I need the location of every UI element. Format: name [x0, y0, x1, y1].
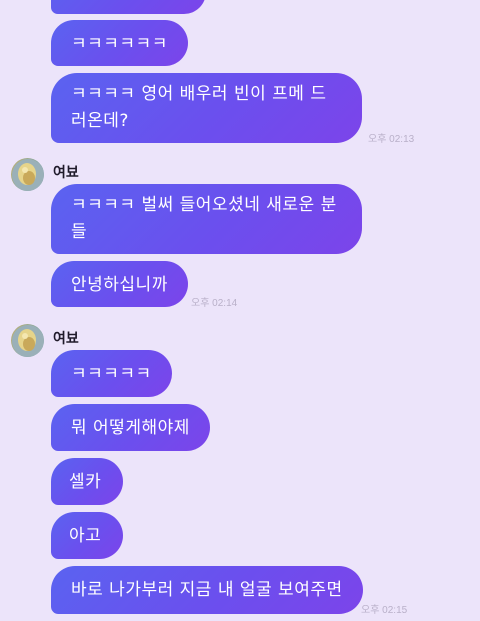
- message-bubble[interactable]: 뭐 어떻게해야제: [51, 404, 210, 451]
- chat-thread[interactable]: ㅋㅋㅋㅋㅋㅋ ㅋㅋㅋㅋ 영어 배우러 빈이 프메 드러온데? 오후 02:13 …: [0, 0, 480, 621]
- message-text: ㅋㅋㅋㅋㅋㅋ: [71, 34, 168, 54]
- message-text: 안녕하십니까: [71, 275, 168, 295]
- profile-photo-icon: [12, 159, 44, 191]
- avatar[interactable]: [11, 158, 44, 191]
- message-bubble[interactable]: 아고: [51, 512, 124, 559]
- message-bubble[interactable]: ㅋㅋㅋㅋㅋ: [51, 350, 172, 397]
- message-text: 바로 나가부러 지금 내 얼굴 보여주면: [71, 580, 343, 600]
- message-bubble[interactable]: 바로 나가부러 지금 내 얼굴 보여주면: [51, 566, 363, 614]
- message-bubble[interactable]: ㅋㅋㅋㅋ 영어 배우러 빈이 프메 드러온데?: [51, 73, 362, 143]
- message-timestamp: 오후 02:15: [361, 605, 408, 616]
- message-text: ㅋㅋㅋㅋ 벌써 들어오셨네 새로운 분들: [71, 195, 337, 242]
- sender-name: 여뵤: [53, 331, 79, 347]
- message-bubble[interactable]: 안녕하십니까: [51, 261, 188, 307]
- avatar[interactable]: [11, 324, 44, 357]
- message-text: 아고: [69, 526, 102, 546]
- message-timestamp: 오후 02:13: [368, 134, 415, 145]
- profile-photo-icon: [12, 325, 44, 357]
- message-bubble[interactable]: [51, 0, 206, 14]
- message-text: 셀카: [69, 472, 102, 492]
- message-timestamp: 오후 02:14: [191, 298, 238, 309]
- message-bubble[interactable]: ㅋㅋㅋㅋ 벌써 들어오셨네 새로운 분들: [51, 184, 362, 254]
- message-text: ㅋㅋㅋㅋㅋ: [71, 364, 152, 384]
- message-bubble[interactable]: 셀카: [51, 458, 124, 505]
- message-bubble[interactable]: ㅋㅋㅋㅋㅋㅋ: [51, 20, 188, 66]
- message-text: 뭐 어떻게해야제: [71, 418, 190, 438]
- message-text: ㅋㅋㅋㅋ 영어 배우러 빈이 프메 드러온데?: [71, 84, 327, 131]
- sender-name: 여뵤: [53, 165, 79, 181]
